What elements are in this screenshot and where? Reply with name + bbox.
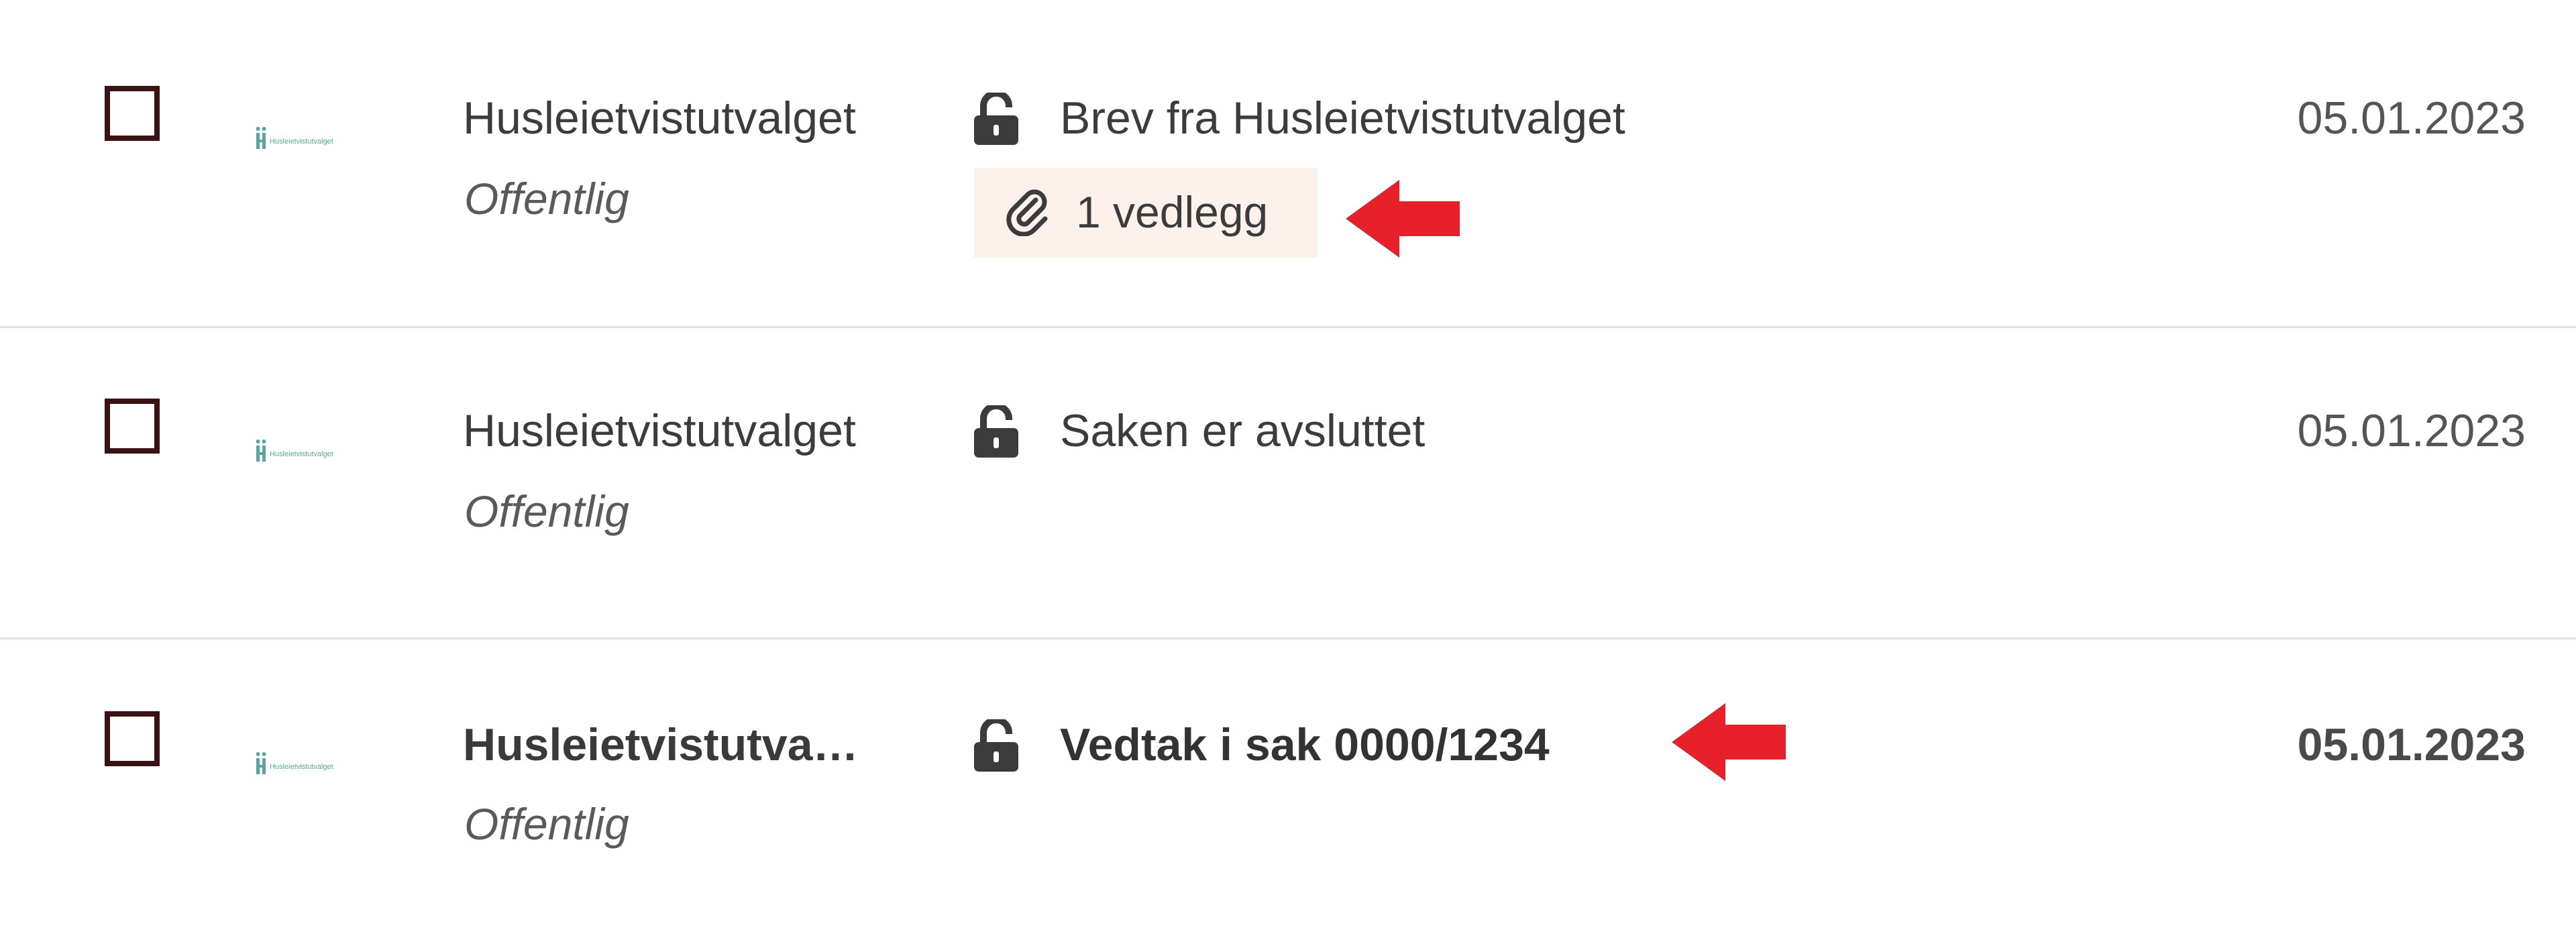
select-checkbox[interactable]	[105, 86, 160, 141]
select-checkbox[interactable]	[105, 711, 160, 766]
sender-category: Offentlig	[464, 486, 629, 536]
message-subject[interactable]: Saken er avsluttet	[1060, 404, 1425, 458]
attachment-count: 1 vedlegg	[1076, 187, 1269, 237]
attachment-chip[interactable]: 1 vedlegg	[974, 168, 1318, 258]
unlocked-padlock-icon	[974, 93, 1018, 145]
message-date: 05.01.2023	[2297, 405, 2526, 456]
sender-category: Offentlig	[464, 174, 629, 223]
logo-text: Husleietvistutvalget	[270, 763, 333, 771]
sender-category: Offentlig	[464, 799, 629, 849]
message-row[interactable]: Husleietvistutvalget Husleietvistutvalge…	[0, 313, 2576, 625]
sender-name: Husleietvistutvalget	[463, 93, 856, 144]
husleietvistutvalget-logo-icon: Husleietvistutvalget	[256, 125, 357, 152]
sender-name: Husleietvistutvalget	[463, 405, 856, 456]
logo-text: Husleietvistutvalget	[270, 138, 333, 146]
paperclip-icon	[1004, 188, 1052, 236]
message-date: 05.01.2023	[2297, 93, 2526, 144]
message-list: Husleietvistutvalget Husleietvistutvalge…	[0, 0, 2576, 922]
message-subject[interactable]: Vedtak i sak 0000/1234	[1060, 718, 1550, 772]
red-arrow-left-icon	[1672, 703, 1786, 781]
unlocked-padlock-icon	[974, 719, 1018, 772]
message-date: 05.01.2023	[2297, 719, 2526, 770]
husleietvistutvalget-logo-icon: Husleietvistutvalget	[256, 750, 357, 777]
message-row[interactable]: Husleietvistutvalget Husleietvistutvalge…	[0, 0, 2576, 313]
logo-text: Husleietvistutvalget	[270, 450, 333, 458]
unlocked-padlock-icon	[974, 405, 1018, 458]
message-row[interactable]: Husleietvistutvalget Husleietvistutvalge…	[0, 625, 2576, 938]
red-arrow-left-icon	[1346, 180, 1460, 258]
sender-name: Husleietvistutvalget	[463, 719, 865, 770]
select-checkbox[interactable]	[105, 399, 160, 454]
husleietvistutvalget-logo-icon: Husleietvistutvalget	[256, 437, 357, 464]
message-subject[interactable]: Brev fra Husleietvistutvalget	[1060, 91, 1625, 145]
